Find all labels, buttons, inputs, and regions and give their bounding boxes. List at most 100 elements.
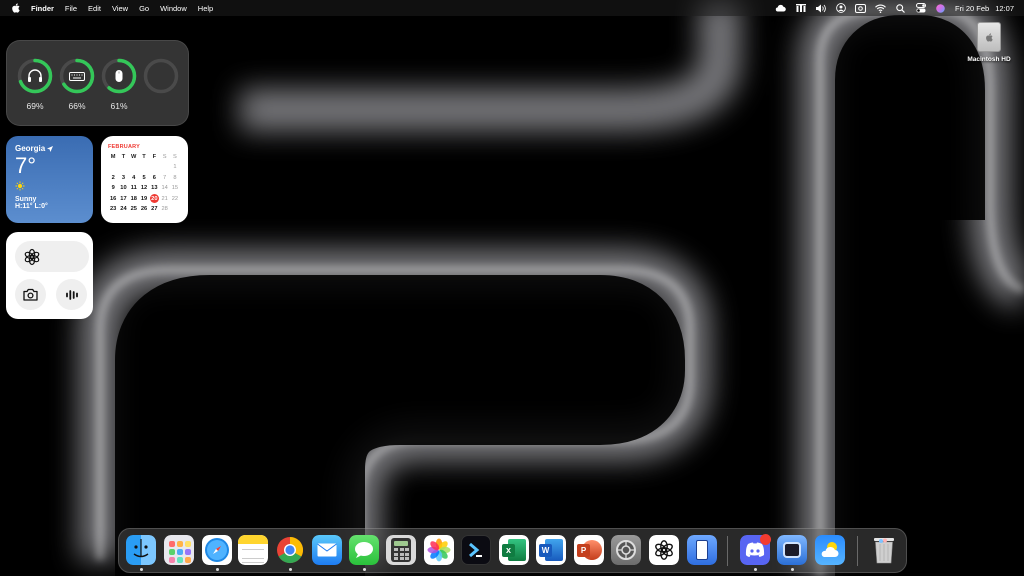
dock-chrome-icon[interactable] bbox=[275, 535, 305, 565]
running-indicator bbox=[215, 568, 219, 571]
running-indicator bbox=[362, 568, 366, 571]
dock-separator bbox=[857, 536, 858, 566]
mouse-icon bbox=[115, 70, 123, 82]
apple-menu-icon[interactable] bbox=[10, 2, 20, 14]
chatgpt-prompt-button[interactable] bbox=[15, 241, 89, 272]
dock-terminal-app-icon[interactable] bbox=[461, 535, 491, 565]
menu-file[interactable]: File bbox=[65, 4, 77, 13]
dock-safari-icon[interactable] bbox=[202, 535, 232, 565]
chatgpt-voice-button[interactable] bbox=[56, 279, 87, 310]
siri-icon[interactable] bbox=[935, 3, 946, 14]
calendar-day bbox=[118, 162, 128, 172]
dock-system-settings-icon[interactable] bbox=[611, 535, 641, 565]
calendar-weekday: S bbox=[162, 154, 167, 160]
calendar-day: 18 bbox=[130, 195, 137, 202]
dock-photos-icon[interactable] bbox=[424, 535, 454, 565]
headphones-icon bbox=[28, 69, 42, 82]
desktop-item-macintosh-hd[interactable]: Macintosh HD bbox=[960, 22, 1018, 63]
dock-word-icon[interactable]: W bbox=[536, 535, 566, 565]
calendar-widget[interactable]: FEBRUARY M T W T F S S 1 2 3 4 5 6 7 8 9 10 11 12 13 14 15 16 1… bbox=[101, 136, 188, 223]
wifi-icon[interactable] bbox=[875, 3, 886, 14]
hard-drive-icon bbox=[977, 22, 1001, 52]
calendar-day: 28 bbox=[161, 205, 168, 212]
calendar-day: 7 bbox=[163, 174, 167, 181]
calendar-day: 3 bbox=[121, 174, 126, 181]
desktop-item-label: Macintosh HD bbox=[967, 56, 1011, 63]
dock-trash-icon[interactable] bbox=[869, 535, 899, 565]
weather-location: Georgia bbox=[15, 144, 46, 153]
chatgpt-camera-button[interactable] bbox=[15, 279, 46, 310]
calendar-weekday: T bbox=[142, 154, 146, 160]
battery-ring bbox=[101, 58, 137, 94]
calendar-day: 26 bbox=[140, 205, 148, 212]
calendar-day bbox=[170, 204, 180, 214]
batteries-widget[interactable]: 69% 66% 61% bbox=[6, 40, 189, 126]
calendar-day: 8 bbox=[173, 174, 177, 181]
calendar-weekday: T bbox=[121, 154, 126, 160]
calendar-day: 15 bbox=[171, 185, 179, 192]
battery-percent: 66% bbox=[68, 101, 86, 111]
screen-mirror-icon[interactable] bbox=[855, 3, 867, 14]
calendar-day bbox=[139, 162, 149, 172]
calendar-day bbox=[129, 162, 139, 172]
dock-finder-window-icon[interactable] bbox=[777, 535, 807, 565]
battery-ring bbox=[17, 58, 53, 94]
menu-window[interactable]: Window bbox=[160, 4, 187, 13]
calendar-day bbox=[108, 162, 118, 172]
volume-icon[interactable] bbox=[815, 3, 826, 14]
calendar-day: 22 bbox=[171, 195, 179, 202]
calendar-day: 10 bbox=[120, 185, 127, 192]
battery-percent: 61% bbox=[110, 101, 128, 111]
dock-messages-icon[interactable] bbox=[349, 535, 379, 565]
dock-launchpad-icon[interactable] bbox=[164, 535, 194, 565]
calendar-day: 4 bbox=[132, 174, 136, 181]
camera-icon bbox=[23, 288, 38, 301]
running-indicator bbox=[790, 568, 794, 571]
dock-calculator-icon[interactable] bbox=[386, 535, 416, 565]
dock-weather-icon[interactable] bbox=[815, 535, 845, 565]
menu-help[interactable]: Help bbox=[198, 4, 213, 13]
weather-temperature: 7° bbox=[15, 153, 37, 178]
menu-date: Fri 20 Feb bbox=[955, 3, 990, 13]
weather-widget[interactable]: Georgia 7° Sunny H:11° L:0° bbox=[6, 136, 93, 223]
dock-simulator-icon[interactable] bbox=[687, 535, 717, 565]
menu-bar: Finder File Edit View Go Window Help Fri… bbox=[0, 0, 1024, 16]
calendar-weekday: S bbox=[173, 154, 177, 160]
calendar-day: 9 bbox=[111, 185, 115, 192]
calendar-weekday: W bbox=[131, 154, 137, 160]
dock-excel-icon[interactable]: x bbox=[499, 535, 529, 565]
dock-notes-icon[interactable] bbox=[238, 535, 268, 565]
sun-icon bbox=[15, 181, 25, 191]
menu-view[interactable]: View bbox=[112, 4, 128, 13]
calendar-today: 20 bbox=[149, 194, 160, 204]
user-icon[interactable] bbox=[835, 3, 846, 14]
app-name-menu[interactable]: Finder bbox=[31, 4, 54, 13]
dock-mail-icon[interactable] bbox=[312, 535, 342, 565]
weather-high-low: H:11° L:0° bbox=[15, 203, 48, 210]
control-center-icon[interactable] bbox=[915, 3, 926, 14]
battery-menu-icon[interactable] bbox=[795, 3, 806, 14]
battery-ring bbox=[59, 58, 95, 94]
calendar-month: FEBRUARY bbox=[108, 144, 140, 150]
calendar-day: 17 bbox=[120, 195, 127, 202]
location-arrow-icon bbox=[47, 145, 54, 152]
battery-item-mouse: 61% bbox=[101, 58, 137, 111]
dock-chatgpt-icon[interactable] bbox=[649, 535, 679, 565]
chatgpt-widget[interactable] bbox=[6, 232, 93, 319]
battery-ring-empty bbox=[143, 58, 179, 94]
menu-go[interactable]: Go bbox=[139, 4, 149, 13]
battery-item-keyboard: 66% bbox=[59, 58, 95, 111]
battery-percent: 69% bbox=[26, 101, 44, 111]
calendar-day: 2 bbox=[111, 174, 115, 181]
calendar-grid: M T W T F S S 1 2 3 4 5 6 7 8 9 10 11 12 13 14 15 16 17 18 19 20 21… bbox=[108, 152, 183, 214]
dock-powerpoint-icon[interactable]: P bbox=[574, 535, 604, 565]
menu-edit[interactable]: Edit bbox=[88, 4, 101, 13]
running-indicator bbox=[753, 568, 757, 571]
menu-clock[interactable]: Fri 20 Feb 12:07 bbox=[955, 4, 1014, 13]
calendar-day bbox=[149, 162, 159, 172]
calendar-day: 11 bbox=[130, 185, 137, 192]
search-icon[interactable] bbox=[895, 3, 906, 14]
dock-finder-icon[interactable] bbox=[126, 535, 156, 565]
creative-cloud-icon[interactable] bbox=[775, 3, 786, 14]
calendar-weekday: M bbox=[110, 154, 116, 160]
